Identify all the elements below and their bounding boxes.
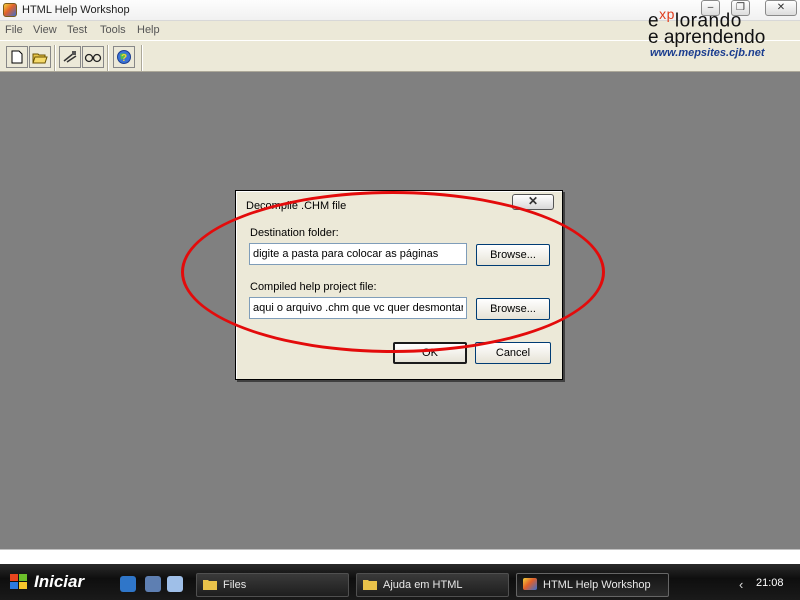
status-strip [0, 549, 800, 564]
ie-quicklaunch-icon[interactable] [120, 576, 136, 592]
decompile-dialog: Decompile .CHM file ✕ Destination folder… [235, 190, 563, 380]
tray-expand-icon[interactable]: ‹ [739, 577, 743, 592]
menu-test[interactable]: Test [67, 24, 87, 36]
compiled-file-input[interactable] [249, 297, 467, 319]
clock[interactable]: 21:08 [756, 577, 784, 589]
taskbar: Iniciar Files Ajuda em HTML HTML Help Wo… [0, 564, 800, 600]
start-button[interactable]: Iniciar [0, 566, 108, 600]
dialog-close-button[interactable]: ✕ [512, 194, 554, 210]
site-logo: explorando e aprendendo www.mepsites.cjb… [648, 6, 798, 66]
help-globe-icon: ? [117, 50, 131, 64]
new-file-button[interactable] [6, 46, 28, 68]
dialog-title: Decompile .CHM file [246, 200, 347, 212]
menu-view[interactable]: View [33, 24, 57, 36]
start-label: Iniciar [34, 572, 85, 591]
toolbar-separator [141, 45, 143, 71]
browse-destination-button[interactable]: Browse... [476, 244, 550, 266]
logo-text-line2: e aprendendo [648, 27, 766, 48]
help-button[interactable]: ? [113, 46, 135, 68]
menu-help[interactable]: Help [137, 24, 160, 36]
windows-flag-icon [10, 574, 28, 590]
compiled-file-label: Compiled help project file: [250, 281, 377, 293]
destination-folder-label: Destination folder: [250, 227, 339, 239]
compile-button[interactable] [59, 46, 81, 68]
destination-folder-input[interactable] [249, 243, 467, 265]
toolbar-separator [54, 45, 56, 71]
edit-quicklaunch-icon[interactable] [167, 576, 183, 592]
view-glasses-icon [84, 53, 102, 63]
taskbar-item-html-help-workshop[interactable]: HTML Help Workshop [516, 573, 669, 597]
compile-icon [63, 51, 77, 63]
open-button[interactable] [29, 46, 51, 68]
taskbar-item-ajuda-em-html[interactable]: Ajuda em HTML [356, 573, 509, 597]
logo-text-xp: xp [659, 6, 675, 22]
media-quicklaunch-icon[interactable] [145, 576, 161, 592]
folder-icon [363, 580, 377, 590]
window-title: HTML Help Workshop [22, 4, 130, 16]
svg-text:?: ? [121, 53, 127, 64]
folder-icon [203, 580, 217, 590]
cancel-button[interactable]: Cancel [475, 342, 551, 364]
toolbar-separator [107, 45, 109, 71]
logo-url: www.mepsites.cjb.net [650, 47, 765, 59]
open-folder-icon [32, 53, 48, 63]
html-help-workshop-icon [523, 578, 537, 590]
view-button[interactable] [82, 46, 104, 68]
new-file-icon [11, 50, 23, 64]
taskbar-item-files[interactable]: Files [196, 573, 349, 597]
menu-tools[interactable]: Tools [100, 24, 126, 36]
html-help-workshop-icon [3, 3, 17, 17]
ok-button[interactable]: OK [393, 342, 467, 364]
menu-file[interactable]: File [5, 24, 23, 36]
browse-compiled-button[interactable]: Browse... [476, 298, 550, 320]
dialog-titlebar[interactable]: Decompile .CHM file ✕ [238, 193, 560, 215]
